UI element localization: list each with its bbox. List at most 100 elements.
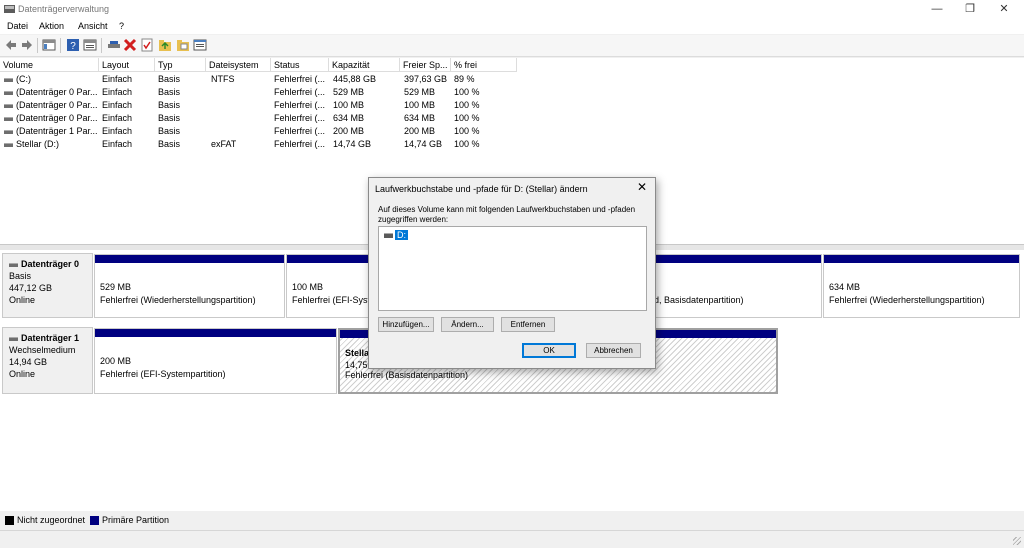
change-button[interactable]: Ändern... (441, 317, 494, 332)
column-header-volume[interactable]: Volume (0, 58, 99, 72)
volume-free-space: 634 MB (404, 113, 436, 123)
close-button[interactable]: ✕ (987, 0, 1021, 19)
partition-status: Fehlerfrei (Wiederherstellungspartition) (829, 295, 985, 305)
volume-capacity: 445,88 GB (333, 74, 377, 84)
column-header-typ[interactable]: Typ (155, 58, 206, 72)
volume-filesystem: NTFS (211, 74, 235, 84)
disk-1-info[interactable]: Datenträger 1 Wechselmedium 14,94 GB Onl… (2, 327, 93, 394)
resize-grip[interactable] (1013, 537, 1021, 545)
partition-recovery-2[interactable]: 634 MB Fehlerfrei (Wiederherstellungspar… (823, 254, 1020, 318)
volume-type: Basis (158, 100, 181, 110)
volume-icon (4, 129, 13, 134)
volume-status: Fehlerfrei (... (274, 74, 326, 84)
partition-bar (95, 255, 284, 263)
volume-capacity: 634 MB (333, 113, 365, 123)
partition-status: ild, Basisdatenpartition) (650, 295, 744, 305)
volume-icon (4, 90, 13, 95)
disk-state: Online (9, 369, 36, 379)
volume-status: Fehlerfrei (... (274, 126, 326, 136)
partition-status: Fehlerfrei (EFI-Syste (292, 295, 372, 305)
dialog-close-button[interactable]: ✕ (637, 180, 647, 194)
folder-up-icon[interactable] (158, 38, 172, 52)
menu-help[interactable]: ? (119, 21, 124, 31)
volume-name: (Datenträger 0 Par... (16, 100, 98, 110)
table-row[interactable]: (C:) Einfach Basis NTFS Fehlerfrei (... … (0, 73, 1024, 86)
status-bar (0, 530, 1024, 548)
view-icon[interactable] (83, 38, 97, 52)
volume-layout: Einfach (102, 87, 133, 97)
window-title: Datenträgerverwaltung (18, 4, 110, 14)
volume-layout: Einfach (102, 100, 133, 110)
connect-icon[interactable] (107, 38, 121, 52)
delete-icon[interactable] (123, 38, 137, 52)
partition-status: Fehlerfrei (Wiederherstellungspartition) (100, 295, 256, 305)
drive-path-list[interactable]: D: (378, 226, 647, 311)
table-row[interactable]: (Datenträger 0 Par... Einfach Basis Fehl… (0, 99, 1024, 112)
volume-icon (4, 77, 13, 82)
ok-button[interactable]: OK (522, 343, 576, 358)
remove-button[interactable]: Entfernen (501, 317, 555, 332)
back-icon[interactable] (4, 38, 18, 52)
volume-layout: Einfach (102, 74, 133, 84)
toolbar-separator (60, 38, 61, 53)
check-icon[interactable] (140, 38, 154, 52)
disk-icon (9, 336, 18, 341)
cancel-button[interactable]: Abbrechen (586, 343, 641, 358)
volume-status: Fehlerfrei (... (274, 87, 326, 97)
volume-capacity: 200 MB (333, 126, 365, 136)
column-header-freier-speicher[interactable]: Freier Sp... (400, 58, 451, 72)
maximize-button[interactable]: ❐ (953, 0, 987, 19)
volume-free-space: 100 MB (404, 100, 436, 110)
toolbar-separator (37, 38, 38, 53)
partition-efi[interactable]: 100 MB Fehlerfrei (EFI-Syste (286, 254, 372, 318)
properties-icon[interactable] (193, 38, 207, 52)
change-drive-letter-dialog: Laufwerkbuchstabe und -pfade für D: (Ste… (368, 177, 656, 369)
volume-icon (4, 142, 13, 147)
toolbar-separator (101, 38, 102, 53)
disk-type: Wechselmedium (9, 345, 76, 355)
legend-swatch-primary (90, 516, 99, 525)
legend-primary: Primäre Partition (102, 515, 170, 525)
column-header-kapazitaet[interactable]: Kapazität (329, 58, 400, 72)
column-header-status[interactable]: Status (271, 58, 329, 72)
menu-ansicht[interactable]: Ansicht (78, 21, 108, 31)
forward-icon[interactable] (20, 38, 34, 52)
volume-percent-free: 100 % (454, 126, 480, 136)
volume-type: Basis (158, 139, 181, 149)
partition-recovery[interactable]: 529 MB Fehlerfrei (Wiederherstellungspar… (94, 254, 285, 318)
disk-name: Datenträger 1 (21, 333, 80, 343)
volume-percent-free: 100 % (454, 139, 480, 149)
menu-aktion[interactable]: Aktion (39, 21, 64, 31)
console-tree-icon[interactable] (42, 38, 56, 52)
partition-bar (287, 255, 371, 263)
table-row[interactable]: (Datenträger 0 Par... Einfach Basis Fehl… (0, 112, 1024, 125)
volume-layout: Einfach (102, 139, 133, 149)
volume-type: Basis (158, 87, 181, 97)
list-item[interactable]: D: (384, 230, 408, 240)
table-row[interactable]: Stellar (D:) Einfach Basis exFAT Fehlerf… (0, 138, 1024, 151)
column-header-layout[interactable]: Layout (99, 58, 155, 72)
column-header-prozent-frei[interactable]: % frei (451, 58, 517, 72)
disk-state: Online (9, 295, 36, 305)
partition-efi-disk1[interactable]: 200 MB Fehlerfrei (EFI-Systempartition) (94, 328, 337, 394)
add-button[interactable]: Hinzufügen... (378, 317, 434, 332)
minimize-button[interactable]: — (920, 0, 954, 19)
folder-icon[interactable] (176, 38, 190, 52)
partition-size: 634 MB (829, 282, 861, 292)
menu-datei[interactable]: Datei (7, 21, 28, 31)
partition-size: 100 MB (292, 282, 324, 292)
disk-management-icon (4, 5, 15, 13)
help-icon[interactable]: ? (66, 38, 80, 52)
table-row[interactable]: (Datenträger 1 Par... Einfach Basis Fehl… (0, 125, 1024, 138)
disk-0-info[interactable]: Datenträger 0 Basis 447,12 GB Online (2, 253, 93, 318)
drive-letter: D: (395, 230, 408, 240)
partition-bar (95, 329, 336, 337)
volume-capacity: 100 MB (333, 100, 365, 110)
partition-status: Fehlerfrei (EFI-Systempartition) (100, 369, 226, 379)
drive-icon (384, 233, 393, 239)
volume-capacity: 14,74 GB (333, 139, 372, 149)
column-header-dateisystem[interactable]: Dateisystem (206, 58, 271, 72)
table-row[interactable]: (Datenträger 0 Par... Einfach Basis Fehl… (0, 86, 1024, 99)
disk-name: Datenträger 0 (21, 259, 80, 269)
dialog-title: Laufwerkbuchstabe und -pfade für D: (Ste… (375, 184, 588, 194)
